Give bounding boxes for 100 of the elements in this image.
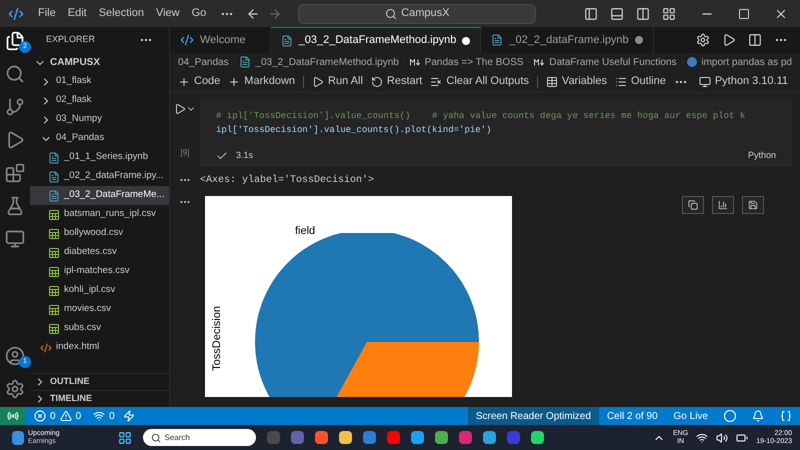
flask-icon[interactable]	[5, 196, 25, 216]
menu-item[interactable]: View	[150, 5, 186, 22]
search-icon	[150, 432, 161, 442]
breadcrumb[interactable]: Pandas => The BOSS	[410, 54, 524, 70]
wifi-icon[interactable]	[696, 432, 708, 444]
breadcrumb[interactable]: 04_Pandas	[178, 54, 229, 70]
forward-icon[interactable]	[268, 6, 282, 20]
menu-item[interactable]: File	[32, 5, 62, 22]
tree-item[interactable]: 01_flask	[30, 72, 169, 91]
lightning-icon[interactable]	[122, 410, 135, 422]
toolbar-button[interactable]: Variables	[546, 73, 607, 90]
table-file-icon	[48, 208, 60, 220]
table-file-icon	[48, 228, 60, 240]
notebook-icon	[280, 34, 293, 46]
code-icon	[40, 342, 52, 354]
chart-icon	[718, 200, 728, 210]
chart-button[interactable]	[712, 196, 734, 214]
copy-button[interactable]	[682, 196, 704, 214]
layout-icon[interactable]	[662, 6, 676, 20]
run-cell-icon[interactable]	[174, 103, 186, 115]
settings-icon[interactable]	[696, 33, 710, 47]
explorer-icon[interactable]	[5, 31, 25, 51]
save-icon	[748, 200, 758, 210]
status-item[interactable]: Screen Reader Optimized	[468, 407, 599, 425]
panel-toggle-icon[interactable]	[610, 6, 624, 20]
notebook-icon	[48, 190, 60, 202]
warning-icon	[60, 410, 72, 422]
tree-item[interactable]: ipl-matches.csv	[30, 262, 169, 281]
account-icon[interactable]	[5, 346, 25, 366]
menu-item[interactable]: Selection	[92, 5, 150, 22]
kernel-picker[interactable]: Python 3.10.11	[698, 73, 788, 90]
run-icon[interactable]	[722, 33, 736, 47]
table-file-icon	[48, 322, 60, 334]
toolbar-button[interactable]: Clear All Outputs	[430, 73, 529, 90]
logo-icon	[180, 33, 194, 47]
taskbar-search[interactable]: Search	[142, 429, 256, 446]
notebook-icon	[48, 152, 60, 164]
tree-item[interactable]: index.html	[30, 338, 169, 357]
search-icon[interactable]	[5, 64, 25, 84]
breadcrumb[interactable]: import pandas as pd	[687, 54, 792, 70]
split-icon[interactable]	[748, 33, 762, 47]
menu-item[interactable]: Go	[186, 5, 212, 22]
save-button[interactable]	[742, 196, 764, 214]
cell-language[interactable]: Python	[748, 149, 776, 162]
extensions-icon[interactable]	[5, 163, 25, 183]
bell-icon[interactable]	[752, 410, 764, 422]
notebook-icon	[491, 34, 504, 46]
braces-icon[interactable]	[780, 410, 792, 422]
logo-icon	[8, 6, 24, 22]
tree-item[interactable]: _03_2_DataFrameMe...	[30, 186, 169, 205]
tree-item[interactable]: subs.csv	[30, 319, 169, 338]
status-item[interactable]: Cell 2 of 90	[598, 407, 666, 425]
execution-time: 3.1s	[236, 149, 254, 162]
tree-item[interactable]: _02_2_dataFrame.ipy...	[30, 167, 169, 186]
variables-icon	[546, 76, 558, 88]
remote-button[interactable]	[0, 407, 26, 425]
tree-item[interactable]: _01_1_Series.ipynb	[30, 148, 169, 167]
tree-item[interactable]: 02_flask	[30, 91, 169, 110]
toolbar-button[interactable]: Markdown	[228, 73, 296, 90]
sidebar-toggle-icon[interactable]	[584, 6, 598, 20]
copy-icon	[688, 200, 698, 210]
folder-header[interactable]: CAMPUSX	[30, 53, 169, 72]
toolbar-button[interactable]: Run All	[312, 73, 363, 90]
tree-item[interactable]: kohli_ipl.csv	[30, 281, 169, 300]
editor-tab[interactable]: _03_2_DataFrameMethod.ipynb	[270, 27, 482, 53]
windows-icon[interactable]	[118, 430, 132, 444]
problems-status[interactable]: 0 0	[26, 408, 90, 424]
ports-status[interactable]: 0	[89, 408, 119, 424]
menu-item[interactable]: Edit	[62, 5, 93, 22]
tree-item[interactable]: diabetes.csv	[30, 243, 169, 262]
editor-tab[interactable]: _02_2_dataFrame.ipynb	[481, 27, 654, 53]
tree-item[interactable]: movies.csv	[30, 300, 169, 319]
settings-icon[interactable]	[5, 379, 25, 399]
code-cell[interactable]: # ipl['TossDecision'].value_counts() # yaha value counts dega ye series me hoga aur espe plot k ipl['TossDecision'].value_counts().plot(kind='pie') 3.1s Python	[200, 99, 792, 166]
execution-count: [9]	[180, 146, 190, 158]
markdown-icon	[410, 58, 421, 66]
toolbar-button[interactable]: Outline	[614, 73, 666, 90]
status-item[interactable]: Go Live	[666, 407, 716, 425]
back-icon[interactable]	[246, 6, 260, 20]
split-icon[interactable]	[636, 6, 650, 20]
maximize-icon[interactable]	[738, 8, 750, 20]
speaker-icon[interactable]	[716, 432, 728, 444]
code-line: ipl['TossDecision'].value_counts().plot(kind='pie')	[216, 124, 492, 137]
output-text: <Axes: ylabel='TossDecision'>	[200, 174, 374, 188]
toolbar-button[interactable]: Code	[178, 73, 220, 90]
breadcrumb[interactable]: _03_2_DataFrameMethod.ipynb	[239, 54, 399, 70]
source-control-icon[interactable]	[5, 97, 25, 117]
section-header[interactable]: OUTLINE	[30, 373, 169, 390]
command-center[interactable]: CampusX	[298, 4, 536, 24]
breadcrumb[interactable]: DataFrame Useful Functions	[534, 54, 677, 70]
plus-icon	[178, 76, 190, 88]
battery-icon[interactable]	[736, 432, 748, 444]
tree-item[interactable]: batsman_runs_ipl.csv	[30, 205, 169, 224]
table-file-icon	[48, 266, 60, 278]
tree-item[interactable]: bollywood.csv	[30, 224, 169, 243]
kernel-icon	[698, 76, 711, 88]
clear-icon	[430, 76, 442, 88]
tree-item[interactable]: 03_Numpy	[30, 110, 169, 129]
tree-item[interactable]: 04_Pandas	[30, 129, 169, 148]
toolbar-button[interactable]: Restart	[370, 73, 422, 90]
